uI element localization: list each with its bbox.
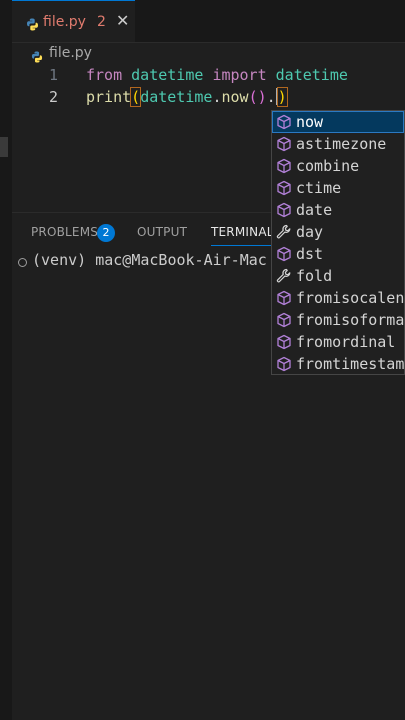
keyword-from: from bbox=[86, 66, 123, 84]
class-ref: datetime bbox=[140, 88, 213, 106]
terminal-status-icon bbox=[18, 258, 27, 267]
open-paren: ( bbox=[130, 87, 142, 107]
suggestion-label: day bbox=[296, 223, 324, 241]
suggestion-label: combine bbox=[296, 157, 360, 175]
suggestion-item[interactable]: ctime bbox=[272, 177, 404, 199]
tab-problem-count: 2 bbox=[97, 14, 106, 30]
suggestion-label: fromisocalendar bbox=[296, 289, 405, 307]
suggestion-label: fromisoformat bbox=[296, 311, 405, 329]
suggestion-item[interactable]: fromisoformat bbox=[272, 309, 404, 331]
suggestion-item[interactable]: dst bbox=[272, 243, 404, 265]
suggestion-label: ctime bbox=[296, 179, 342, 197]
suggestion-label: now bbox=[296, 113, 324, 131]
method-cube-icon bbox=[276, 312, 292, 328]
keyword-import: import bbox=[212, 66, 267, 84]
method-cube-icon bbox=[276, 158, 292, 174]
line-number: 1 bbox=[48, 66, 58, 84]
breadcrumb: file.py bbox=[12, 42, 405, 66]
python-file-icon bbox=[26, 16, 39, 35]
property-wrench-icon bbox=[276, 224, 292, 240]
suggestion-label: fromtimestamp bbox=[296, 355, 405, 373]
method-cube-icon bbox=[276, 246, 292, 262]
method-cube-icon bbox=[276, 136, 292, 152]
method-cube-icon bbox=[276, 290, 292, 306]
close-icon[interactable]: ✕ bbox=[116, 11, 129, 30]
call-parens: () bbox=[248, 88, 267, 106]
code-line: 1 from datetime import datetime bbox=[12, 66, 405, 88]
problems-count-badge: 2 bbox=[97, 224, 115, 242]
suggestion-item[interactable]: fromtimestamp bbox=[272, 353, 405, 374]
method-cube-icon bbox=[276, 180, 292, 196]
function-print: print bbox=[86, 88, 132, 106]
suggestion-item[interactable]: combine bbox=[272, 155, 404, 177]
method-cube-icon bbox=[276, 334, 292, 350]
suggestion-label: fromordinal bbox=[296, 333, 396, 351]
line-number: 2 bbox=[48, 88, 58, 106]
suggestion-item[interactable]: fromisocalendar bbox=[272, 287, 404, 309]
tab-output[interactable]: OUTPUT bbox=[137, 225, 187, 239]
suggestion-item[interactable]: date bbox=[272, 199, 404, 221]
suggestion-item[interactable]: fromordinal bbox=[272, 331, 404, 353]
tab-file-py[interactable]: file.py 2 ✕ bbox=[12, 0, 135, 42]
python-file-icon bbox=[31, 48, 43, 67]
suggestion-item[interactable]: fold bbox=[272, 265, 404, 287]
method-now: now bbox=[221, 88, 249, 106]
breadcrumb-file[interactable]: file.py bbox=[49, 45, 92, 61]
suggestion-label: fold bbox=[296, 267, 333, 285]
tab-problems[interactable]: PROBLEMS bbox=[31, 225, 98, 239]
scroll-indicator bbox=[0, 137, 8, 157]
suggestion-item[interactable]: now bbox=[272, 111, 404, 133]
imported-class: datetime bbox=[275, 66, 348, 84]
suggestion-item[interactable]: day bbox=[272, 221, 404, 243]
suggestion-label: date bbox=[296, 201, 333, 219]
module-name: datetime bbox=[131, 66, 204, 84]
activity-edge bbox=[0, 0, 12, 720]
terminal-prompt[interactable]: (venv) mac@MacBook-Air-Mac te bbox=[32, 251, 294, 269]
method-cube-icon bbox=[276, 356, 292, 372]
method-cube-icon bbox=[276, 114, 292, 130]
tab-terminal[interactable]: TERMINAL bbox=[211, 225, 274, 246]
suggest-widget[interactable]: now astimezone combine ctime date day dst fold f… bbox=[271, 110, 405, 375]
property-wrench-icon bbox=[276, 268, 292, 284]
suggestion-label: astimezone bbox=[296, 135, 387, 153]
suggestion-label: dst bbox=[296, 245, 324, 263]
close-paren: ) bbox=[276, 87, 288, 107]
dot: . bbox=[266, 88, 276, 106]
tab-bar: file.py 2 ✕ bbox=[12, 0, 405, 43]
tab-label: file.py bbox=[43, 14, 86, 30]
code-line: 2 print(datetime.now().) bbox=[12, 87, 405, 110]
suggestion-item[interactable]: astimezone bbox=[272, 133, 404, 155]
method-cube-icon bbox=[276, 202, 292, 218]
